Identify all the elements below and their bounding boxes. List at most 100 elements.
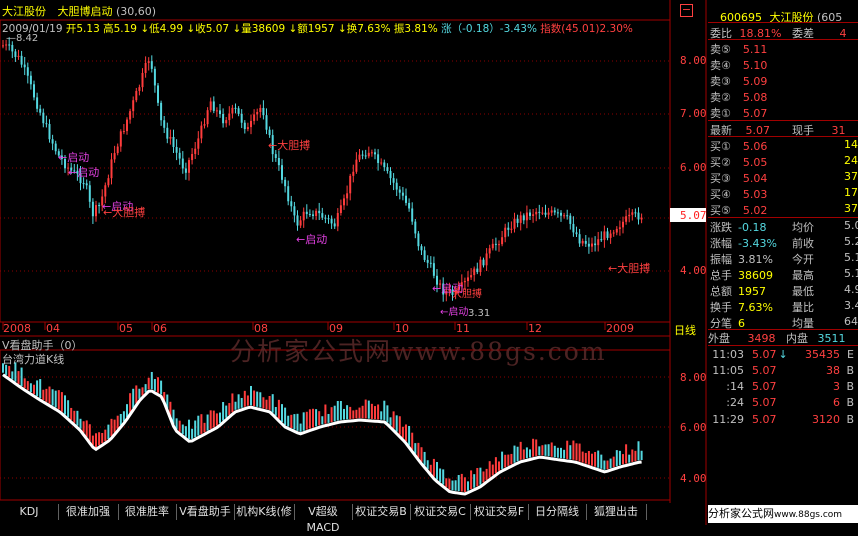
force-bar [609, 458, 612, 469]
candle-body [95, 205, 97, 217]
force-bar [578, 443, 581, 462]
force-bar [64, 395, 66, 415]
candle-body [5, 44, 8, 46]
candle-body [305, 211, 308, 215]
kline-chart[interactable] [0, 0, 708, 525]
candle-body [507, 227, 510, 230]
indicator-tab[interactable]: 很准胜率 [118, 504, 177, 520]
candle-body [401, 192, 404, 196]
force-bar [119, 413, 122, 426]
force-bar [110, 418, 113, 437]
candle-body [243, 122, 246, 130]
ohlc-turnover: 换7.63% [346, 23, 391, 35]
force-bar [191, 428, 194, 439]
candle-body [45, 123, 48, 125]
force-bar [349, 406, 352, 419]
candle-body [265, 115, 268, 130]
sell-row: 卖① 5.07 [710, 105, 767, 121]
indicator-tab[interactable]: 狐狸出击 [586, 504, 647, 520]
candle-body [113, 153, 116, 160]
indicator-tab[interactable]: 日分隔线 [528, 504, 587, 520]
x-tick: 2008 [3, 322, 31, 335]
force-bar [33, 384, 35, 395]
indicator-tab[interactable]: KDJ [0, 504, 59, 520]
candle-body [274, 154, 277, 158]
watermark: 分析家公式网www.88gs.com [230, 337, 607, 366]
candle-body [361, 154, 364, 156]
sell-label: 卖④ [710, 59, 731, 72]
candle-body [414, 221, 417, 234]
candle-body [352, 171, 355, 176]
force-bar [274, 406, 277, 416]
indicator-tab[interactable]: V看盘助手 [176, 504, 235, 520]
ohlc-close: 收5.07 [195, 23, 230, 35]
force-bar [560, 447, 562, 459]
candle-body [529, 212, 531, 216]
candle-body [144, 62, 147, 73]
candle-body [268, 129, 271, 136]
force-bar [622, 454, 624, 465]
candle-body [107, 178, 110, 186]
candle-body [23, 64, 26, 68]
indicator-tab[interactable]: 权证交易B [352, 504, 411, 520]
force-bar [553, 445, 556, 458]
force-bar [569, 445, 572, 460]
force-bar [23, 378, 26, 389]
force-bar [98, 432, 101, 446]
candle-body [293, 206, 296, 216]
candle-body [259, 107, 262, 113]
candle-body [42, 112, 45, 124]
candle-body [377, 154, 380, 163]
force-bar [231, 393, 234, 413]
force-bar [426, 460, 429, 470]
indicator-tab[interactable]: 权证交易F [470, 504, 529, 520]
force-bar [122, 411, 125, 422]
stat-label: 均价 [792, 221, 814, 234]
force-bar [504, 454, 507, 468]
force-bar [370, 403, 373, 419]
force-bar [85, 420, 88, 437]
candle-body [587, 243, 590, 247]
max-price-label: —8.42 [6, 33, 39, 44]
stat-label: 振幅 [710, 253, 732, 266]
indicator-tab[interactable]: 机构K线(修 [234, 504, 295, 520]
stock-name[interactable]: 大江股份 [2, 5, 46, 18]
force-bar [333, 405, 336, 422]
candle-body [188, 160, 190, 173]
candle-body [606, 231, 609, 238]
candle-body [584, 240, 587, 244]
force-bar [556, 447, 559, 458]
period-label[interactable]: 日线 [674, 322, 696, 338]
force-bar [364, 399, 367, 419]
candle-body [594, 243, 597, 246]
candle-body [519, 215, 522, 223]
force-bar [160, 380, 163, 395]
force-bar [532, 438, 535, 457]
force-bar [240, 397, 243, 408]
indicator-tab[interactable]: 权证交易C [410, 504, 471, 520]
stat-value: 7.63% [738, 301, 773, 314]
indicator-tab[interactable]: V超级MACD [294, 504, 353, 534]
candle-body [389, 170, 392, 179]
minus-box-icon[interactable]: − [680, 4, 693, 17]
candle-body [54, 143, 57, 152]
candle-body [463, 281, 466, 283]
force-bar [336, 400, 339, 421]
stat-label: 涨幅 [710, 237, 732, 250]
footer-banner[interactable]: 分析家公式网www.88gs.com [708, 505, 858, 523]
force-bar [566, 440, 569, 459]
candle-body [578, 234, 581, 244]
candle-body [104, 185, 107, 197]
candle-body [308, 214, 311, 216]
force-bar [318, 411, 321, 426]
tick-row: 11:29 5.07 3120 B [710, 413, 858, 426]
candle-body [609, 233, 612, 238]
indicator-tab[interactable]: 很准加强 [58, 504, 119, 520]
buy-volume: 24 [844, 154, 858, 167]
candle-body [572, 223, 575, 233]
tick-volume: 38 [826, 364, 840, 377]
y-tick: 4.00 [680, 264, 707, 277]
indicator-name[interactable]: 大胆博启动 [58, 5, 113, 18]
force-bar [389, 417, 392, 426]
candle-body [256, 112, 259, 115]
